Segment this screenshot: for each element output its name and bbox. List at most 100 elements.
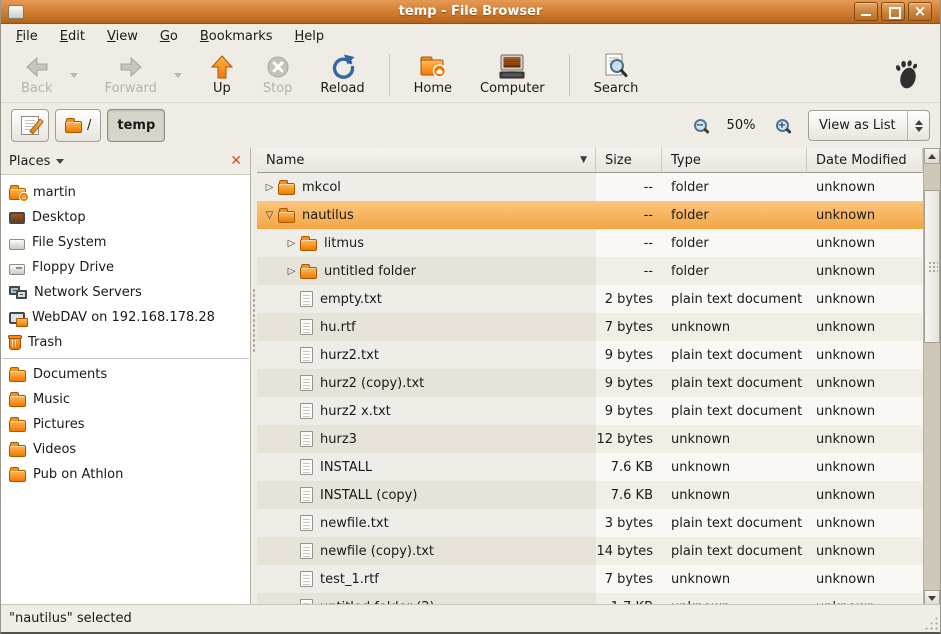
column-header-size[interactable]: Size bbox=[596, 148, 662, 173]
type-cell: plain text document bbox=[662, 397, 807, 425]
menu-item-file[interactable]: File bbox=[5, 26, 49, 47]
table-row[interactable]: ▷litmus--folderunknown bbox=[257, 229, 923, 257]
vertical-scrollbar[interactable] bbox=[923, 148, 940, 606]
expander-collapsed-icon[interactable]: ▷ bbox=[261, 182, 278, 193]
name-cell: INSTALL bbox=[257, 453, 596, 481]
expander-collapsed-icon[interactable]: ▷ bbox=[283, 238, 300, 249]
sidebar-item-videos[interactable]: Videos bbox=[1, 437, 250, 462]
table-row[interactable]: hurz2 x.txt9 bytesplain text documentunk… bbox=[257, 397, 923, 425]
sidebar-close-icon[interactable]: ✕ bbox=[230, 154, 242, 168]
stop-button: Stop bbox=[253, 50, 303, 100]
folder-icon bbox=[9, 420, 26, 432]
sidebar-item-file-system[interactable]: File System bbox=[1, 230, 250, 255]
back-label: Back bbox=[21, 82, 53, 96]
forward-label: Forward bbox=[105, 82, 157, 96]
sidebar-item-pub-on-athlon[interactable]: Pub on Athlon bbox=[1, 462, 250, 487]
scroll-up-button[interactable] bbox=[924, 148, 940, 164]
sidebar-item-documents[interactable]: Documents bbox=[1, 362, 250, 387]
menu-mnemonic: F bbox=[16, 29, 23, 44]
search-button[interactable]: Search bbox=[584, 50, 649, 100]
size-cell: 3 bytes bbox=[596, 509, 662, 537]
file-name: mkcol bbox=[302, 180, 341, 195]
name-cell: newfile (copy).txt bbox=[257, 537, 596, 565]
table-row[interactable]: hurz2.txt9 bytesplain text documentunkno… bbox=[257, 341, 923, 369]
computer-button[interactable]: Computer bbox=[470, 50, 555, 100]
sidebar-item-network-servers[interactable]: Network Servers bbox=[1, 280, 250, 305]
root-path-button[interactable]: / bbox=[55, 109, 101, 142]
table-row[interactable]: INSTALL7.6 KBunknownunknown bbox=[257, 453, 923, 481]
desktop-icon bbox=[9, 212, 25, 224]
date-modified-cell: unknown bbox=[807, 313, 923, 341]
table-row[interactable]: newfile.txt3 bytesplain text documentunk… bbox=[257, 509, 923, 537]
home-label: Home bbox=[414, 82, 452, 96]
menu-item-go[interactable]: Go bbox=[149, 26, 189, 47]
table-row[interactable]: hurz312 bytesunknownunknown bbox=[257, 425, 923, 453]
sidebar-item-webdav-on-192-168-178-28[interactable]: WebDAV on 192.168.178.28 bbox=[1, 305, 250, 330]
sidebar-item-label: Videos bbox=[33, 442, 76, 457]
type-cell: plain text document bbox=[662, 285, 807, 313]
zoom-out-button[interactable]: − bbox=[687, 113, 713, 139]
date-modified-cell: unknown bbox=[807, 565, 923, 593]
close-button[interactable] bbox=[908, 2, 932, 21]
file-icon bbox=[300, 571, 313, 587]
sort-descending-icon: ▼ bbox=[580, 155, 587, 165]
places-header[interactable]: Places ✕ bbox=[1, 148, 250, 175]
reload-icon bbox=[330, 53, 356, 80]
size-cell: 9 bytes bbox=[596, 369, 662, 397]
name-cell: hurz2 (copy).txt bbox=[257, 369, 596, 397]
name-cell: ▷ mkcol bbox=[257, 173, 596, 201]
sidebar-item-label: File System bbox=[32, 235, 106, 250]
table-row[interactable]: INSTALL (copy)7.6 KBunknownunknown bbox=[257, 481, 923, 509]
table-row[interactable]: ▽nautilus--folderunknown bbox=[257, 201, 923, 229]
column-header-name[interactable]: Name▼ bbox=[257, 148, 596, 173]
current-path-button[interactable]: temp bbox=[107, 109, 165, 142]
sidebar-item-music[interactable]: Music bbox=[1, 387, 250, 412]
menu-mnemonic: G bbox=[160, 29, 170, 44]
size-cell: 9 bytes bbox=[596, 397, 662, 425]
stop-label: Stop bbox=[263, 82, 293, 96]
resize-grip[interactable] bbox=[924, 616, 938, 630]
table-row[interactable]: test_1.rtf7 bytesunknownunknown bbox=[257, 565, 923, 593]
table-row[interactable]: hurz2 (copy).txt9 bytesplain text docume… bbox=[257, 369, 923, 397]
expander-collapsed-icon[interactable]: ▷ bbox=[283, 266, 300, 277]
sidebar-item-label: Floppy Drive bbox=[32, 260, 114, 275]
menu-item-edit[interactable]: Edit bbox=[49, 26, 96, 47]
up-button[interactable]: Up bbox=[199, 50, 245, 100]
type-cell: unknown bbox=[662, 313, 807, 341]
toggle-location-entry-button[interactable] bbox=[11, 109, 49, 142]
menu-item-bookmarks[interactable]: Bookmarks bbox=[189, 26, 284, 47]
back-dropdown-icon bbox=[67, 50, 81, 100]
location-bar: / temp − 50% + View as List bbox=[1, 103, 940, 148]
table-row[interactable]: ▷untitled folder--folderunknown bbox=[257, 257, 923, 285]
sidebar-item-floppy-drive[interactable]: Floppy Drive bbox=[1, 255, 250, 280]
column-header-type[interactable]: Type bbox=[662, 148, 807, 173]
scroll-thumb[interactable] bbox=[924, 190, 940, 343]
menu-item-help[interactable]: Help bbox=[284, 26, 336, 47]
maximize-button[interactable] bbox=[881, 2, 905, 21]
type-cell: unknown bbox=[662, 425, 807, 453]
titlebar[interactable]: temp - File Browser bbox=[1, 0, 940, 24]
sidebar-item-martin[interactable]: ⌂martin bbox=[1, 180, 250, 205]
view-mode-select[interactable]: View as List bbox=[808, 110, 930, 141]
home-button[interactable]: Home bbox=[404, 50, 462, 100]
sidebar-item-desktop[interactable]: Desktop bbox=[1, 205, 250, 230]
computer-label: Computer bbox=[480, 82, 545, 96]
minimize-button[interactable] bbox=[854, 2, 878, 21]
table-row[interactable]: ▷mkcol--folderunknown bbox=[257, 173, 923, 201]
column-header-date-modified[interactable]: Date Modified bbox=[807, 148, 923, 173]
toolbar-separator bbox=[389, 54, 390, 96]
date-modified-cell: unknown bbox=[807, 341, 923, 369]
table-row[interactable]: empty.txt2 bytesplain text documentunkno… bbox=[257, 285, 923, 313]
name-cell: empty.txt bbox=[257, 285, 596, 313]
menu-item-view[interactable]: View bbox=[96, 26, 149, 47]
reload-button[interactable]: Reload bbox=[310, 50, 374, 100]
table-row[interactable]: newfile (copy).txt14 bytesplain text doc… bbox=[257, 537, 923, 565]
sidebar-item-trash[interactable]: Trash bbox=[1, 330, 250, 355]
folder-icon bbox=[278, 183, 295, 195]
sidebar-item-pictures[interactable]: Pictures bbox=[1, 412, 250, 437]
zoom-in-button[interactable]: + bbox=[769, 113, 795, 139]
file-browser-window: temp - File Browser FileEditViewGoBookma… bbox=[0, 0, 941, 634]
file-name: hurz2.txt bbox=[320, 348, 379, 363]
expander-expanded-icon[interactable]: ▽ bbox=[261, 210, 278, 221]
table-row[interactable]: hu.rtf7 bytesunknownunknown bbox=[257, 313, 923, 341]
